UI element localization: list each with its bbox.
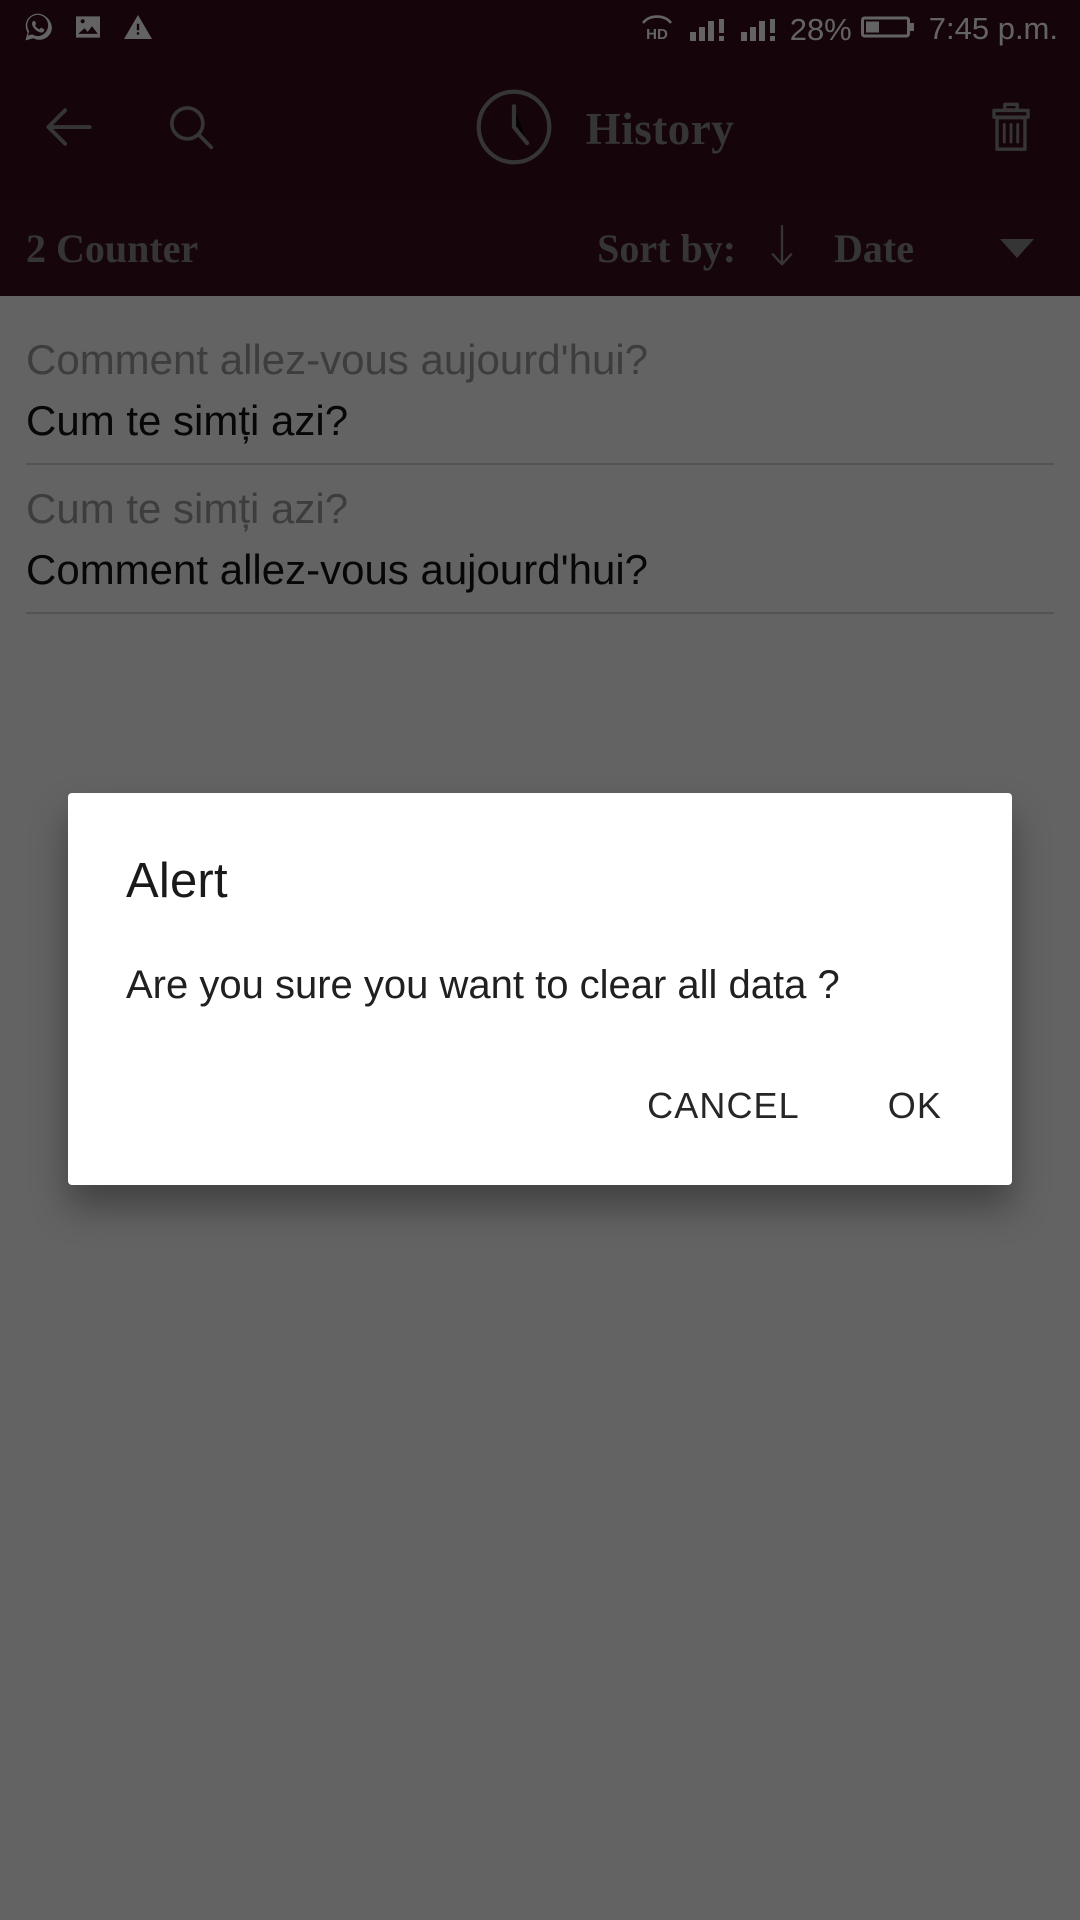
- dialog-title: Alert: [126, 854, 228, 908]
- alert-dialog: Alert Are you sure you want to clear all…: [68, 793, 1012, 1185]
- dialog-actions: CANCEL OK: [68, 1071, 1012, 1185]
- ok-button[interactable]: OK: [870, 1071, 960, 1141]
- cancel-button[interactable]: CANCEL: [629, 1071, 818, 1141]
- dialog-message: Are you sure you want to clear all data …: [126, 963, 840, 1007]
